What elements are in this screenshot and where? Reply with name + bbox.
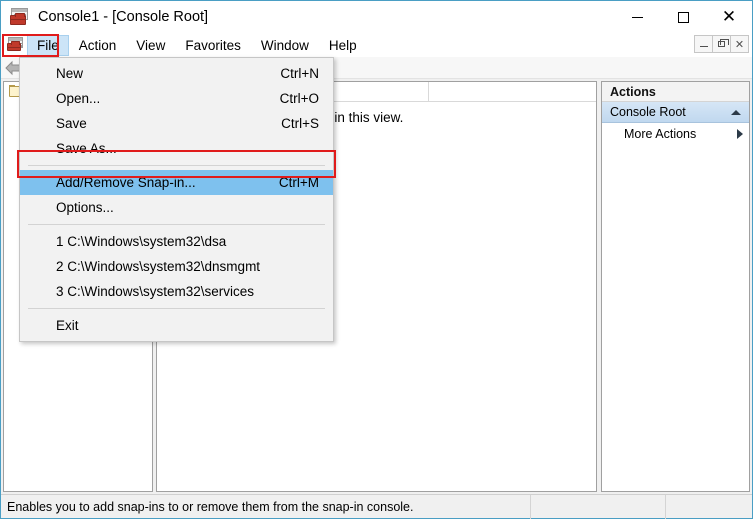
menu-separator-2 [28,224,325,225]
mdi-close-icon: ✕ [735,38,744,51]
menu-item-save-label: Save [56,116,281,131]
menu-help[interactable]: Help [319,35,367,56]
chevron-up-icon[interactable] [731,110,741,115]
menu-item-add-remove-snapin-accel: Ctrl+M [279,175,319,190]
menu-item-save[interactable]: Save Ctrl+S [20,111,333,136]
mdi-restore-button[interactable] [712,35,731,53]
actions-group-console-root[interactable]: Console Root [602,102,749,123]
menu-item-open-label: Open... [56,91,280,106]
mdi-minimize-button[interactable] [694,35,713,53]
menu-view[interactable]: View [126,35,175,56]
close-button[interactable]: ✕ [706,1,752,33]
status-bar: Enables you to add snap-ins to or remove… [1,494,752,518]
menu-item-options[interactable]: Options... [20,195,333,220]
status-message: Enables you to add snap-ins to or remove… [1,495,531,519]
actions-pane: Actions Console Root More Actions [601,81,750,492]
maximize-button[interactable] [660,1,706,33]
menu-item-open[interactable]: Open... Ctrl+O [20,86,333,111]
actions-pane-title: Actions [602,82,749,102]
action-more-actions[interactable]: More Actions [602,123,749,145]
mdi-minimize-icon [700,46,708,47]
maximize-icon [678,12,689,23]
menu-separator-3 [28,308,325,309]
menu-item-recent-3-label: 3 C:\Windows\system32\services [56,284,319,299]
window-controls: ✕ [614,1,752,33]
menu-item-open-accel: Ctrl+O [280,91,319,106]
menu-item-save-as[interactable]: Save As... [20,136,333,161]
status-segment-2 [531,495,666,519]
minimize-icon [632,17,643,18]
menu-file[interactable]: File [27,35,69,56]
menu-item-options-label: Options... [56,200,319,215]
actions-group-label: Console Root [610,105,731,119]
mmc-console-window: Console1 - [Console Root] ✕ File Action … [0,0,753,519]
chevron-right-icon [737,129,743,139]
menu-item-recent-1[interactable]: 1 C:\Windows\system32\dsa [20,229,333,254]
menu-item-save-accel: Ctrl+S [281,116,319,131]
mdi-restore-icon [718,41,725,47]
menu-separator-1 [28,165,325,166]
menu-item-add-remove-snapin[interactable]: Add/Remove Snap-in... Ctrl+M [20,170,333,195]
menu-item-recent-3[interactable]: 3 C:\Windows\system32\services [20,279,333,304]
menu-item-recent-2[interactable]: 2 C:\Windows\system32\dnsmgmt [20,254,333,279]
mmc-system-menu-icon[interactable] [7,37,25,53]
action-item-label: More Actions [624,127,737,141]
close-icon: ✕ [722,9,736,26]
menu-window[interactable]: Window [251,35,319,56]
menu-item-recent-1-label: 1 C:\Windows\system32\dsa [56,234,319,249]
menu-item-add-remove-snapin-label: Add/Remove Snap-in... [56,175,279,190]
menu-item-exit-label: Exit [56,318,319,333]
menu-item-save-as-label: Save As... [56,141,319,156]
file-dropdown-menu: New Ctrl+N Open... Ctrl+O Save Ctrl+S Sa… [19,57,334,342]
mmc-console-icon [10,8,30,26]
window-title: Console1 - [Console Root] [38,9,208,25]
menu-item-new[interactable]: New Ctrl+N [20,61,333,86]
mdi-close-button[interactable]: ✕ [730,35,749,53]
menu-item-recent-2-label: 2 C:\Windows\system32\dnsmgmt [56,259,319,274]
title-bar: Console1 - [Console Root] ✕ [1,1,752,33]
minimize-button[interactable] [614,1,660,33]
mdi-child-controls: ✕ [695,35,749,53]
menu-item-new-label: New [56,66,280,81]
menu-item-exit[interactable]: Exit [20,313,333,338]
menu-item-new-accel: Ctrl+N [280,66,319,81]
menu-action[interactable]: Action [69,35,127,56]
menu-favorites[interactable]: Favorites [175,35,251,56]
menu-bar: File Action View Favorites Window Help [1,33,752,57]
status-segment-3 [666,495,752,519]
